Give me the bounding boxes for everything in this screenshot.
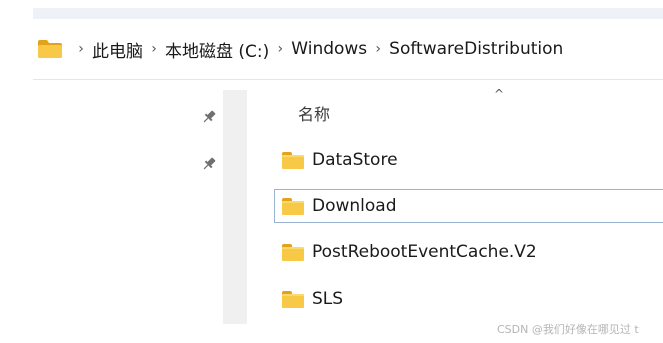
breadcrumb-item-softwaredistribution[interactable]: SoftwareDistribution <box>389 39 563 59</box>
folder-icon <box>282 243 304 261</box>
pin-icon[interactable] <box>201 109 217 125</box>
column-header-name[interactable]: 名称 <box>298 101 330 125</box>
sort-ascending-icon[interactable]: ^ <box>494 87 504 101</box>
breadcrumb-item-windows[interactable]: Windows <box>291 39 367 59</box>
breadcrumb-separator[interactable]: › <box>143 41 165 57</box>
list-item[interactable]: Download <box>274 189 663 223</box>
breadcrumb-separator[interactable]: › <box>367 41 389 57</box>
title-strip <box>0 0 663 19</box>
watermark: CSDN @我们好像在哪见过 t <box>497 323 639 336</box>
list-item[interactable]: DataStore <box>274 143 663 177</box>
breadcrumb-separator[interactable]: › <box>269 41 291 57</box>
list-item[interactable]: PostRebootEventCache.V2 <box>274 235 663 269</box>
folder-icon <box>38 40 62 58</box>
file-list: ^ 名称 DataStore Download PostRebootEventC… <box>247 80 663 343</box>
breadcrumb-item-local-disk[interactable]: 本地磁盘 (C:) <box>165 37 269 62</box>
list-item[interactable]: SLS <box>274 282 663 316</box>
tab-strip <box>33 8 663 19</box>
breadcrumb-separator[interactable]: › <box>70 41 92 57</box>
folder-icon <box>282 197 304 215</box>
list-item-label: PostRebootEventCache.V2 <box>312 242 537 262</box>
navigation-pane <box>33 80 223 343</box>
pin-icon[interactable] <box>201 156 217 172</box>
list-item-label: DataStore <box>312 150 398 170</box>
folder-icon <box>282 151 304 169</box>
folder-icon <box>282 290 304 308</box>
navigation-scrollbar[interactable] <box>223 90 247 324</box>
breadcrumb-item-this-pc[interactable]: 此电脑 <box>92 37 143 62</box>
explorer-window: › 此电脑 › 本地磁盘 (C:) › Windows › SoftwareDi… <box>0 0 663 343</box>
list-item-label: SLS <box>312 289 344 309</box>
address-bar[interactable]: › 此电脑 › 本地磁盘 (C:) › Windows › SoftwareDi… <box>0 19 663 79</box>
list-item-label: Download <box>312 196 397 216</box>
